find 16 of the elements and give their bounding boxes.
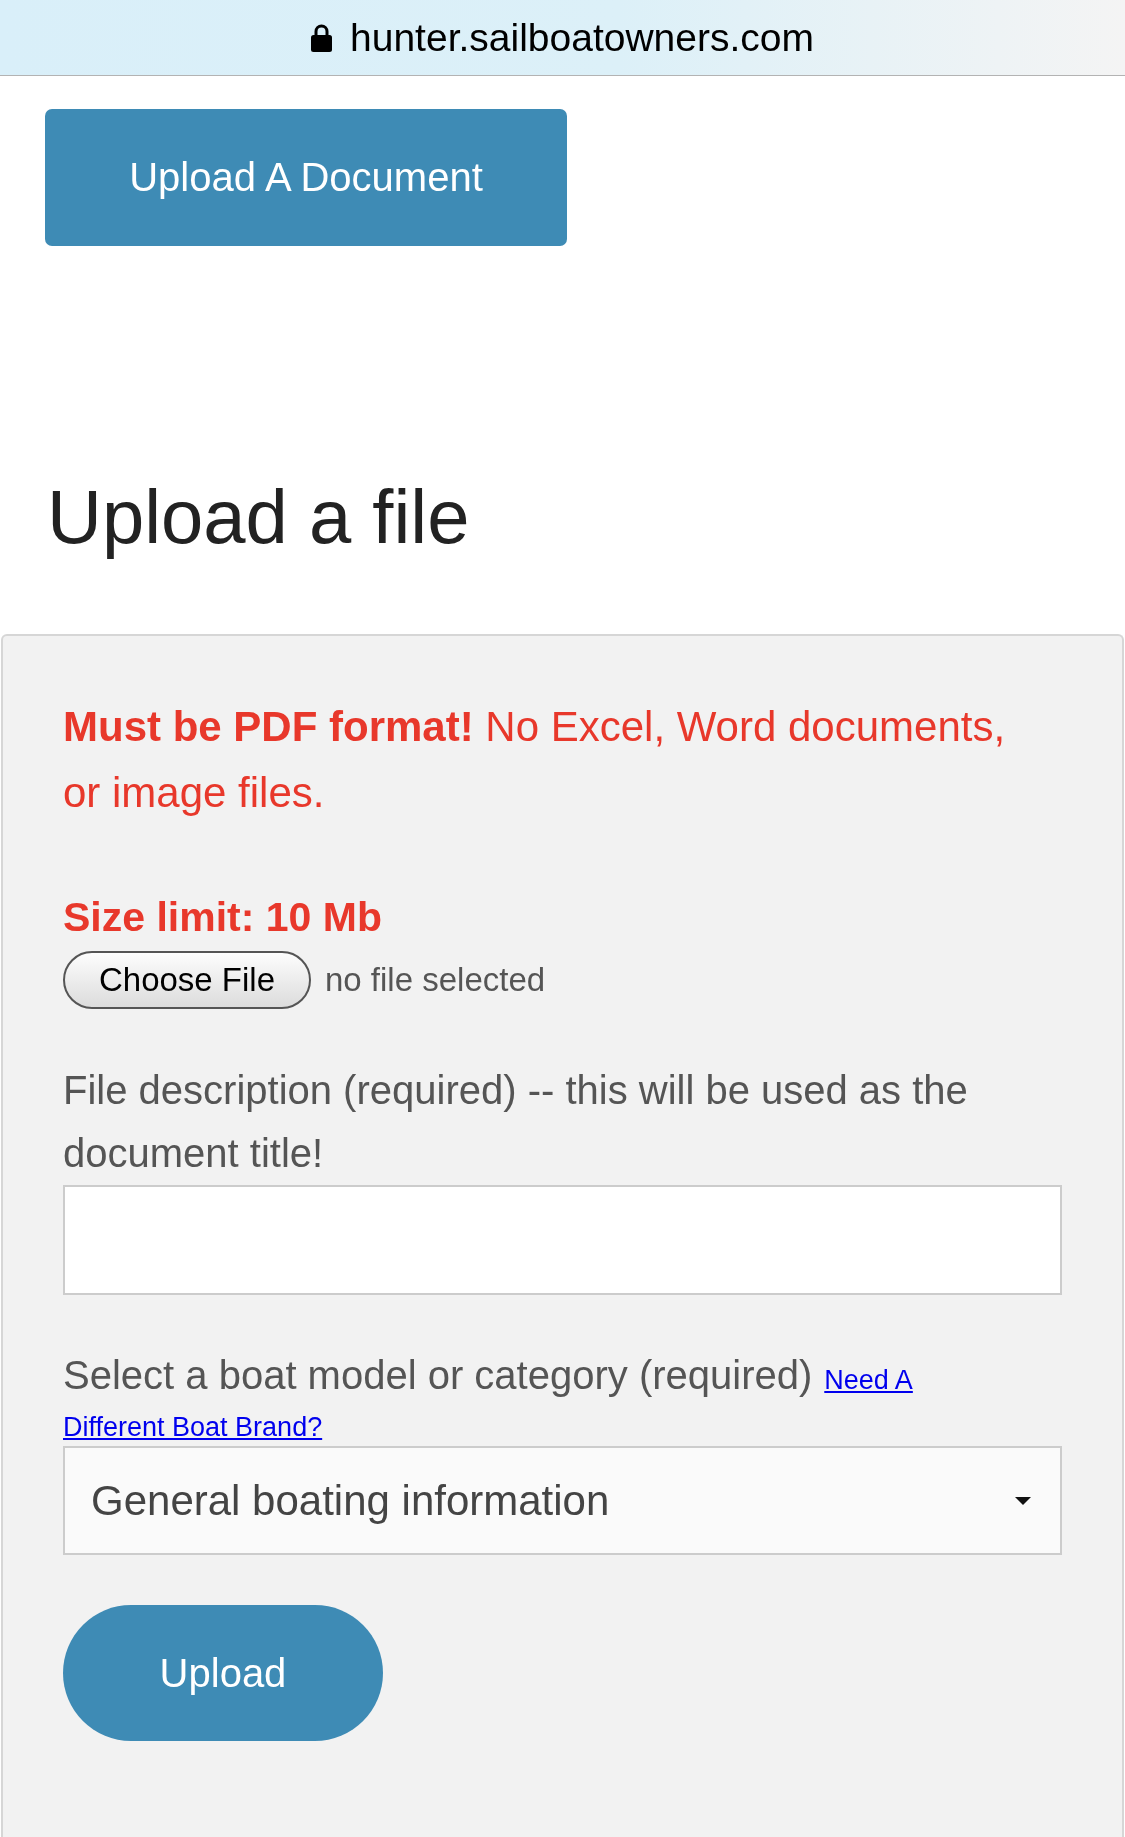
description-field[interactable]	[63, 1185, 1062, 1295]
boat-select-label: Select a boat model or category (required)	[63, 1353, 813, 1397]
choose-file-button[interactable]: Choose File	[63, 951, 311, 1009]
caret-icon	[1015, 1496, 1031, 1505]
upload-button[interactable]: Upload	[63, 1605, 383, 1741]
boat-select[interactable]: General boating information	[63, 1446, 1062, 1555]
page-heading: Upload a file	[47, 473, 470, 561]
upload-document-button[interactable]: Upload A Document	[45, 109, 567, 246]
brand-link[interactable]: Need A	[824, 1365, 913, 1395]
description-label: File description (required) -- this will be used as the document title!	[63, 1067, 969, 1177]
format-notice: Must be PDF format! No Excel, Word documents, or image files.	[63, 702, 1007, 818]
address-bar[interactable]: hunter.sailboatowners.com	[0, 0, 1125, 76]
brand-link[interactable]: Different Boat Brand?	[63, 1412, 323, 1442]
size-limit-text: Size limit: 10 Mb	[63, 893, 382, 941]
url-text: hunter.sailboatowners.com	[350, 18, 814, 57]
file-status-text: no file selected	[325, 961, 546, 999]
